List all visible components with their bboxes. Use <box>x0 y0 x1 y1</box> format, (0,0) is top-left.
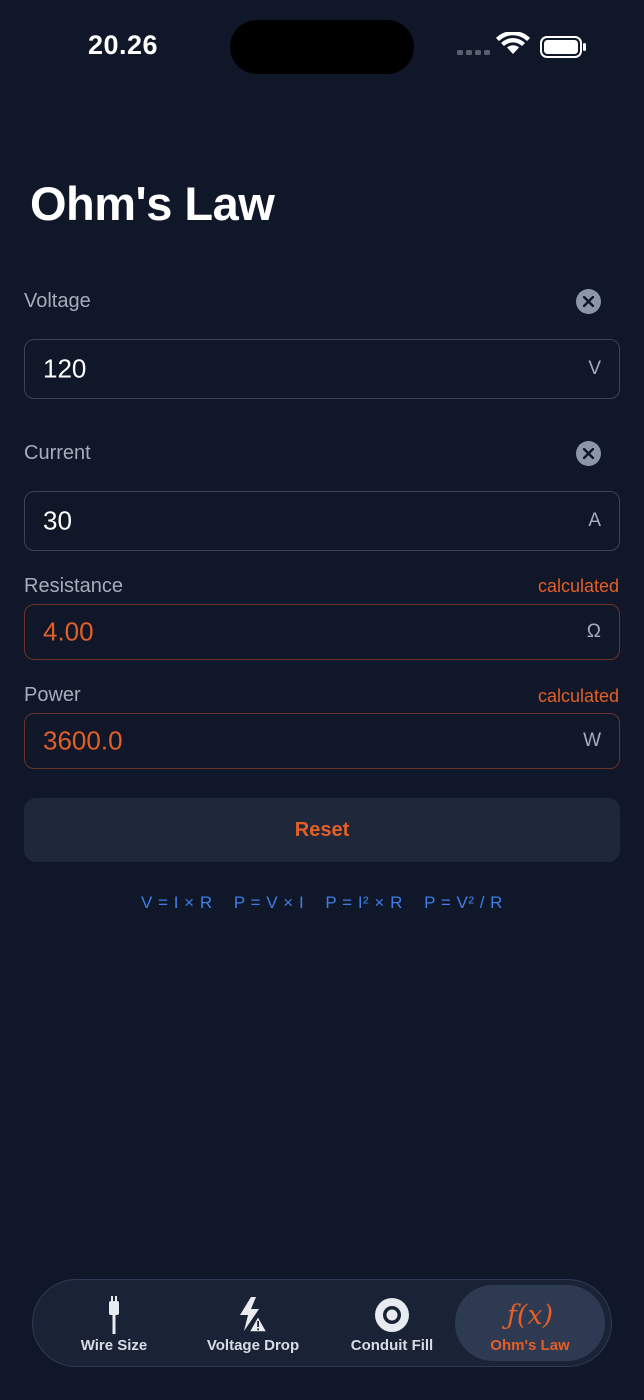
status-bar: 20.26 <box>0 0 644 96</box>
current-clear-button[interactable] <box>576 441 601 466</box>
voltage-value[interactable]: 120 <box>43 354 86 385</box>
status-icons <box>455 30 595 62</box>
voltage-clear-button[interactable] <box>576 289 601 314</box>
current-unit: A <box>588 510 601 531</box>
resistance-label: Resistance <box>24 575 123 597</box>
voltage-label: Voltage <box>24 290 91 312</box>
resistance-calculated-tag: calculated <box>537 576 619 596</box>
current-input[interactable]: 30 A <box>24 491 620 551</box>
tab-ohms-law[interactable]: ƒ(x) Ohm's Law <box>455 1285 605 1361</box>
current-label: Current <box>24 442 91 464</box>
function-icon: ƒ(x) <box>506 1295 554 1335</box>
formula-list: V = I × R P = V × I P = I² × R P = V² / … <box>0 893 644 913</box>
tab-conduit-fill[interactable]: Conduit Fill <box>317 1285 467 1361</box>
resistance-input[interactable]: 4.00 Ω <box>24 604 620 660</box>
dynamic-island <box>230 20 414 74</box>
tab-voltage-drop[interactable]: Voltage Drop <box>178 1285 328 1361</box>
cellular-signal-icon <box>457 50 490 55</box>
close-icon <box>583 448 594 459</box>
power-value[interactable]: 3600.0 <box>43 726 123 757</box>
formula-power-vi: P = V × I <box>233 893 305 912</box>
voltage-unit: V <box>588 358 601 379</box>
bolt-warning-icon <box>233 1295 273 1335</box>
page-title: Ohm's Law <box>30 177 275 230</box>
reset-button[interactable]: Reset <box>24 798 620 862</box>
formula-voltage: V = I × R <box>141 893 213 912</box>
formula-power-ir: P = I² × R <box>325 893 403 912</box>
power-label: Power <box>24 684 81 706</box>
resistance-value[interactable]: 4.00 <box>43 617 94 648</box>
tab-wire-size-label: Wire Size <box>80 1337 148 1354</box>
tab-ohms-law-label: Ohm's Law <box>490 1337 570 1354</box>
resistance-unit: Ω <box>586 621 601 642</box>
battery-icon <box>540 36 586 58</box>
tab-conduit-fill-label: Conduit Fill <box>350 1337 434 1354</box>
power-input[interactable]: 3600.0 W <box>24 713 620 769</box>
conduit-circle-icon <box>372 1295 412 1335</box>
current-value[interactable]: 30 <box>43 506 72 537</box>
power-unit: W <box>583 730 601 751</box>
wifi-icon <box>496 30 530 54</box>
close-icon <box>583 296 594 307</box>
tab-wire-size[interactable]: Wire Size <box>39 1285 189 1361</box>
status-time: 20.26 <box>88 30 159 60</box>
voltage-input[interactable]: 120 V <box>24 339 620 399</box>
formula-power-vr: P = V² / R <box>424 893 503 912</box>
tab-voltage-drop-label: Voltage Drop <box>206 1337 300 1354</box>
wire-plug-icon <box>94 1295 134 1335</box>
function-icon-glyph: ƒ(x) <box>506 1299 554 1331</box>
tab-bar: Wire Size Voltage Drop Conduit Fill ƒ(x)… <box>32 1279 612 1367</box>
power-calculated-tag: calculated <box>537 686 619 706</box>
